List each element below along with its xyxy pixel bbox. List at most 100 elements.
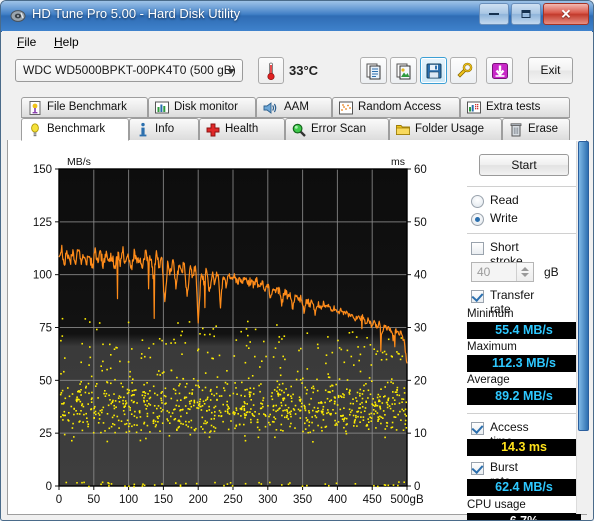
maximize-button[interactable]	[511, 3, 541, 25]
trash-icon	[510, 122, 522, 136]
health-cross-icon	[206, 123, 220, 136]
copy-button[interactable]	[360, 57, 387, 84]
tab-label: Erase	[528, 123, 559, 135]
svg-text:10: 10	[414, 428, 427, 440]
close-icon: ✕	[560, 6, 572, 22]
benchmark-panel: MB/s ms 0 25 50 75 100 125 150 0 10 20 30 40 50 60 0 50 10…	[7, 140, 587, 520]
random-access-icon	[339, 101, 353, 114]
tab-label: Disk monitor	[174, 101, 238, 113]
tab-benchmark[interactable]: Benchmark	[21, 118, 129, 141]
options-button[interactable]	[450, 57, 477, 84]
title-bar[interactable]: HD Tune Pro 5.00 - Hard Disk Utility ✕	[1, 1, 593, 32]
menu-help[interactable]: Help	[47, 34, 86, 51]
short-stroke-unit: gB	[544, 265, 559, 279]
drive-select-value: WDC WD5000BPKT-00PK4T0 (500 gB)	[23, 63, 236, 77]
radio-circle-icon	[471, 213, 484, 226]
benchmark-chart: MB/s ms 0 25 50 75 100 125 150 0 10 20 30 40 50 60 0 50 10…	[17, 152, 457, 520]
exit-button[interactable]: Exit	[528, 57, 573, 84]
tab-random-access[interactable]: Random Access	[332, 97, 460, 118]
start-button[interactable]: Start	[479, 154, 569, 176]
svg-text:MB/s: MB/s	[67, 156, 91, 168]
tab-label: File Benchmark	[47, 101, 127, 113]
folder-icon	[396, 124, 410, 135]
extra-tests-icon	[467, 101, 481, 113]
tab-aam[interactable]: AAM	[256, 97, 332, 118]
svg-text:50: 50	[414, 217, 427, 229]
svg-text:200: 200	[189, 494, 208, 506]
tab-health[interactable]: Health	[199, 118, 285, 141]
tab-label: Info	[155, 123, 175, 135]
stepper-down-icon[interactable]	[521, 273, 529, 277]
svg-text:50: 50	[87, 494, 100, 506]
tab-disk-monitor[interactable]: Disk monitor	[148, 97, 256, 118]
stepper-arrows[interactable]	[516, 263, 533, 281]
tab-folder-usage[interactable]: Folder Usage	[389, 118, 502, 141]
svg-text:20: 20	[414, 375, 427, 387]
svg-text:100: 100	[33, 270, 52, 282]
window-controls: ✕	[479, 3, 589, 25]
tab-info[interactable]: Info	[129, 118, 199, 141]
speaker-icon	[263, 101, 277, 114]
svg-text:450: 450	[363, 494, 382, 506]
menu-help-rest: elp	[62, 35, 79, 49]
svg-text:75: 75	[39, 323, 52, 335]
temperature-value: 33°C	[289, 63, 319, 78]
cpu-usage-value: 6.7%	[467, 513, 581, 520]
window-title: HD Tune Pro 5.00 - Hard Disk Utility	[32, 6, 241, 21]
copy-image-button[interactable]	[390, 57, 417, 84]
average-label: Average	[467, 374, 510, 386]
client-area: File Help WDC WD5000BPKT-00PK4T0 (500 gB…	[2, 31, 592, 520]
radio-circle-icon	[471, 195, 484, 208]
tab-label: Health	[225, 123, 259, 135]
close-button[interactable]: ✕	[543, 3, 589, 25]
tab-label: Folder Usage	[415, 123, 485, 135]
divider-3	[467, 413, 581, 414]
chart-svg: MB/s ms 0 25 50 75 100 125 150 0 10 20 30 40 50 60 0 50 10…	[33, 156, 427, 506]
magnifier-icon	[292, 123, 306, 137]
thermometer-icon	[267, 62, 275, 80]
menu-file[interactable]: File	[10, 34, 43, 51]
svg-text:ms: ms	[391, 156, 405, 168]
save-button[interactable]	[420, 57, 447, 84]
radio-read-label: Read	[490, 193, 519, 207]
access-time-value: 14.3 ms	[467, 439, 581, 456]
svg-text:40: 40	[414, 270, 427, 282]
maximum-label: Maximum	[467, 341, 517, 353]
tab-label: Benchmark	[47, 123, 106, 135]
checkbox-icon	[471, 290, 484, 303]
svg-text:500gB: 500gB	[390, 494, 424, 506]
toolbar: WDC WD5000BPKT-00PK4T0 (500 gB) 33°C Exi…	[2, 53, 592, 95]
checkbox-icon	[471, 242, 484, 255]
tab-extra-tests[interactable]: Extra tests	[460, 97, 570, 118]
tab-erase[interactable]: Erase	[502, 118, 570, 141]
tab-file-benchmark[interactable]: File Benchmark	[21, 97, 148, 118]
svg-text:300: 300	[258, 494, 277, 506]
svg-text:150: 150	[33, 164, 52, 176]
svg-text:350: 350	[293, 494, 312, 506]
checkbox-icon	[471, 422, 484, 435]
copy-icon	[366, 63, 380, 79]
burst-rate-value: 62.4 MB/s	[467, 479, 581, 496]
checkbox-icon	[471, 462, 484, 475]
tab-label: Extra tests	[486, 101, 541, 113]
tab-label: AAM	[284, 101, 309, 113]
menu-bar: File Help	[2, 31, 592, 53]
stepper-up-icon[interactable]	[521, 267, 529, 271]
vertical-scrollbar[interactable]	[576, 141, 591, 514]
scrollbar-thumb[interactable]	[578, 141, 589, 431]
download-button[interactable]	[486, 57, 513, 84]
svg-text:0: 0	[46, 481, 52, 493]
tab-error-scan[interactable]: Error Scan	[285, 118, 389, 141]
short-stroke-stepper[interactable]: 40	[471, 262, 534, 282]
svg-text:100: 100	[119, 494, 138, 506]
minimum-label: Minimum	[467, 308, 514, 320]
svg-text:250: 250	[223, 494, 242, 506]
drive-select[interactable]: WDC WD5000BPKT-00PK4T0 (500 gB)	[15, 59, 243, 82]
copy-image-icon	[396, 63, 410, 79]
minimize-button[interactable]	[479, 3, 509, 25]
tab-label: Error Scan	[311, 123, 366, 135]
hd-tune-pro-window: HD Tune Pro 5.00 - Hard Disk Utility ✕ F…	[0, 0, 594, 521]
menu-file-rest: ile	[24, 35, 37, 49]
cpu-usage-label: CPU usage	[467, 499, 526, 511]
tab-label: Random Access	[358, 101, 442, 113]
